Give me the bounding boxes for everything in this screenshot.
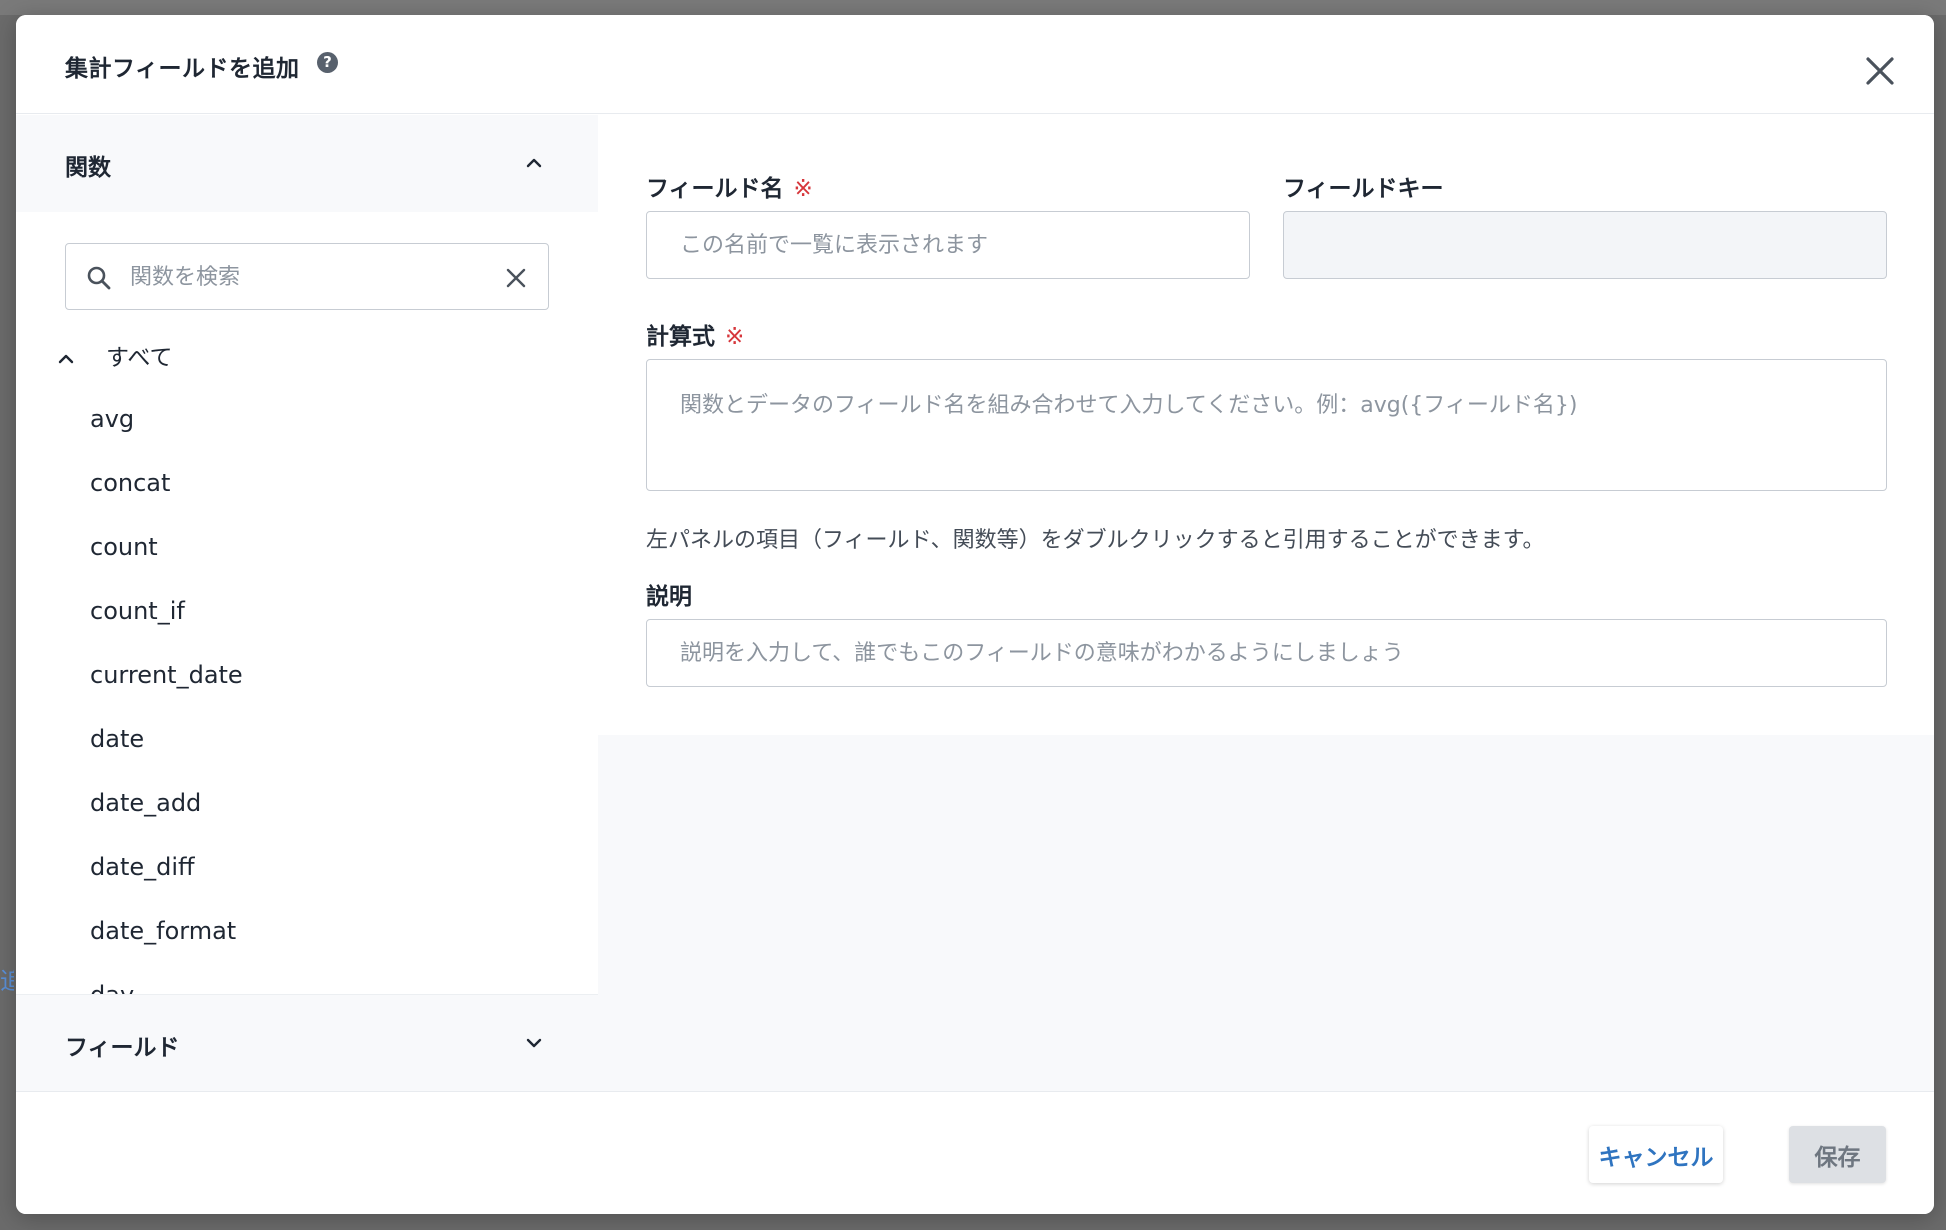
formula-label-text: 計算式 xyxy=(646,324,715,350)
function-item[interactable]: day xyxy=(90,975,134,994)
field-name-label: フィールド名 ※ xyxy=(646,169,813,203)
functions-section-header[interactable]: 関数 xyxy=(16,115,598,212)
formula-label: 計算式 ※ xyxy=(646,317,744,351)
dialog-footer: キャンセル 保存 xyxy=(16,1091,1934,1214)
clear-icon[interactable] xyxy=(504,266,528,290)
required-mark: ※ xyxy=(793,176,813,202)
field-key-input[interactable] xyxy=(1283,211,1887,279)
function-item[interactable]: concat xyxy=(90,463,170,503)
save-button[interactable]: 保存 xyxy=(1789,1126,1886,1183)
formula-hint: 左パネルの項目（フィールド、関数等）をダブルクリックすると引用することができます… xyxy=(646,528,1545,553)
functions-section-label: 関数 xyxy=(65,155,111,181)
description-label: 説明 xyxy=(646,584,692,610)
function-item[interactable]: count xyxy=(90,527,158,567)
add-aggregate-field-dialog: 集計フィールドを追加 ? 関数 関数を検索 すべて avg concat cou… xyxy=(16,15,1934,1214)
close-icon[interactable] xyxy=(1862,53,1898,89)
fields-section-header[interactable]: フィールド xyxy=(16,994,598,1091)
chevron-up-icon xyxy=(526,158,542,168)
dialog-title: 集計フィールドを追加 xyxy=(65,56,300,82)
fields-section-label: フィールド xyxy=(65,1035,180,1061)
dialog-header: 集計フィールドを追加 ? xyxy=(16,15,1934,114)
field-name-label-text: フィールド名 xyxy=(646,176,784,202)
left-panel: 関数 すべて avg concat count xyxy=(16,115,598,1091)
function-list: すべて avg concat count count_if current_da… xyxy=(16,325,598,994)
function-search-input[interactable] xyxy=(130,256,490,298)
function-item[interactable]: current_date xyxy=(90,655,243,695)
help-icon[interactable]: ? xyxy=(317,52,338,73)
cancel-button[interactable]: キャンセル xyxy=(1589,1126,1723,1183)
formula-textarea[interactable] xyxy=(646,359,1887,491)
chevron-up-icon xyxy=(58,354,74,364)
right-panel: フィールド名 ※ フィールドキー 計算式 ※ 左パネルの項目（フィールド、関数等）を… xyxy=(598,115,1934,1091)
field-form: フィールド名 ※ フィールドキー 計算式 ※ 左パネルの項目（フィールド、関数等）を… xyxy=(598,115,1934,735)
function-item[interactable]: date_format xyxy=(90,911,236,951)
description-input[interactable] xyxy=(646,619,1887,687)
function-item[interactable]: avg xyxy=(90,399,134,439)
group-label: すべて xyxy=(106,345,173,371)
required-mark: ※ xyxy=(725,324,745,350)
function-item[interactable]: count_if xyxy=(90,591,185,631)
field-key-label: フィールドキー xyxy=(1283,176,1444,202)
function-item[interactable]: date_add xyxy=(90,783,201,823)
background-link-fragment: 追 xyxy=(0,967,14,995)
chevron-down-icon xyxy=(526,1038,542,1048)
search-icon xyxy=(87,266,111,290)
function-item[interactable]: date xyxy=(90,719,144,759)
function-search-box xyxy=(65,243,549,310)
function-item[interactable]: date_diff xyxy=(90,847,195,887)
field-name-input[interactable] xyxy=(646,211,1250,279)
background-overlay xyxy=(0,0,1946,15)
